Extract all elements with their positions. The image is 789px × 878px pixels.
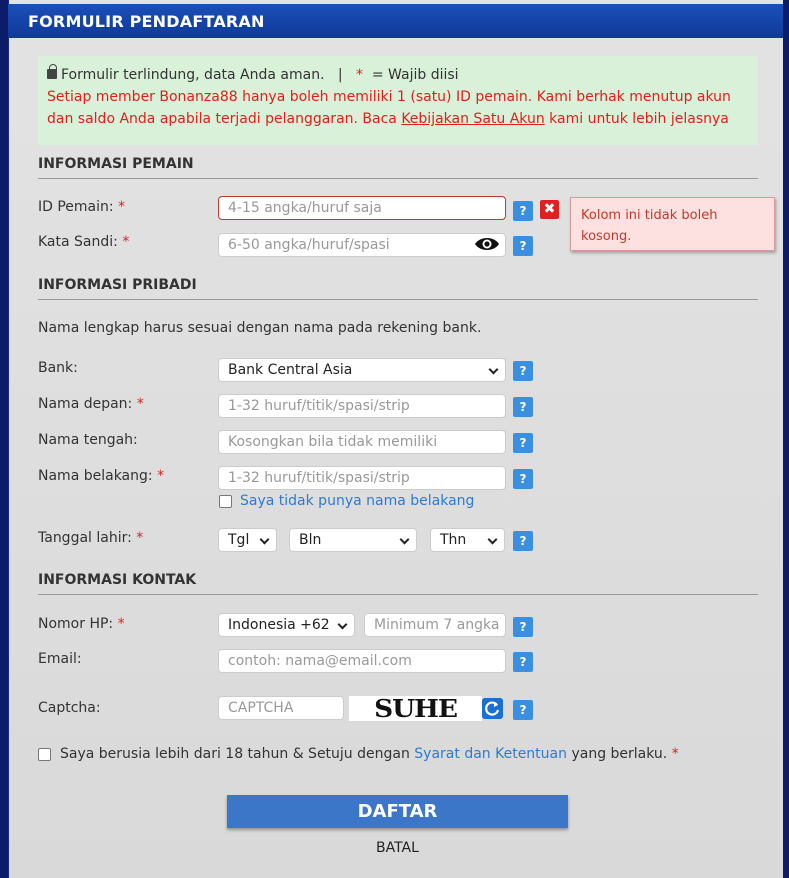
captcha-refresh-icon[interactable] bbox=[482, 698, 503, 719]
form-header: FORMULIR PENDAFTARAN bbox=[8, 4, 783, 38]
birth-year-select[interactable]: Thn bbox=[430, 528, 505, 552]
lock-icon bbox=[47, 64, 57, 79]
required-star: * bbox=[671, 746, 679, 762]
error-tooltip: Kolom ini tidak boleh kosong. bbox=[570, 197, 775, 251]
bank-label: Bank: bbox=[38, 360, 78, 376]
one-account-policy-link[interactable]: Kebijakan Satu Akun bbox=[401, 111, 544, 127]
chevron-down-icon bbox=[337, 619, 348, 630]
phone-country-select[interactable]: Indonesia +62 bbox=[218, 613, 355, 637]
phone-help-icon[interactable]: ? bbox=[513, 617, 533, 637]
first-name-help-icon[interactable]: ? bbox=[513, 397, 533, 417]
password-help-icon[interactable]: ? bbox=[513, 236, 533, 256]
birth-day-value: Tgl bbox=[228, 532, 250, 548]
required-star: * bbox=[117, 616, 125, 632]
player-id-label-text: ID Pemain: bbox=[38, 199, 114, 215]
cancel-button[interactable]: BATAL bbox=[376, 840, 419, 856]
register-button[interactable]: DAFTAR bbox=[227, 795, 568, 828]
last-name-label: Nama belakang: * bbox=[38, 468, 164, 484]
terms-link[interactable]: Syarat dan Ketentuan bbox=[414, 746, 567, 762]
email-help-icon[interactable]: ? bbox=[513, 652, 533, 672]
form-title: FORMULIR PENDAFTARAN bbox=[28, 12, 265, 31]
agree-text-end: yang berlaku. bbox=[567, 746, 668, 762]
captcha-input[interactable]: CAPTCHA bbox=[218, 696, 344, 720]
required-star: * bbox=[355, 67, 363, 83]
secure-text: Formulir terlindung, data Anda aman. bbox=[61, 67, 325, 83]
birth-month-value: Bln bbox=[299, 532, 322, 548]
chevron-down-icon bbox=[487, 534, 498, 545]
bank-select-value: Bank Central Asia bbox=[228, 362, 353, 378]
middle-name-label: Nama tengah: bbox=[38, 432, 138, 448]
required-star: * bbox=[122, 234, 130, 250]
agree-terms-checkbox[interactable] bbox=[38, 748, 51, 761]
captcha-image: SUHE bbox=[348, 696, 483, 721]
agree-text: Saya berusia lebih dari 18 tahun & Setuj… bbox=[60, 746, 415, 762]
birth-month-select[interactable]: Bln bbox=[289, 528, 417, 552]
no-last-name-checkbox[interactable] bbox=[219, 495, 232, 508]
first-name-label: Nama depan: * bbox=[38, 396, 144, 412]
first-name-input[interactable]: 1-32 huruf/titik/spasi/strip bbox=[218, 394, 506, 418]
player-id-label: ID Pemain: * bbox=[38, 199, 125, 215]
bank-help-icon[interactable]: ? bbox=[513, 361, 533, 381]
phone-label-text: Nomor HP: bbox=[38, 616, 114, 632]
middle-name-input[interactable]: Kosongkan bila tidak memiliki bbox=[218, 430, 506, 454]
last-name-label-text: Nama belakang: bbox=[38, 468, 153, 484]
warning-text-end: kami untuk lebih jelasnya bbox=[544, 111, 729, 127]
chevron-down-icon bbox=[399, 534, 410, 545]
error-close-icon[interactable]: ✖ bbox=[540, 200, 559, 219]
bank-select[interactable]: Bank Central Asia bbox=[218, 358, 506, 382]
captcha-label: Captcha: bbox=[38, 700, 101, 716]
agree-terms-text: Saya berusia lebih dari 18 tahun & Setuj… bbox=[60, 746, 679, 762]
middle-name-help-icon[interactable]: ? bbox=[513, 433, 533, 453]
required-note: = Wajib diisi bbox=[371, 67, 459, 83]
birth-day-select[interactable]: Tgl bbox=[218, 528, 277, 552]
last-name-help-icon[interactable]: ? bbox=[513, 469, 533, 489]
phone-label: Nomor HP: * bbox=[38, 616, 125, 632]
player-id-help-icon[interactable]: ? bbox=[513, 201, 533, 221]
required-star: * bbox=[157, 468, 165, 484]
chevron-down-icon bbox=[259, 534, 270, 545]
show-password-eye-icon[interactable] bbox=[474, 236, 500, 252]
email-input[interactable]: contoh: nama@email.com bbox=[218, 649, 506, 673]
required-star: * bbox=[118, 199, 126, 215]
password-input[interactable]: 6-50 angka/huruf/spasi bbox=[218, 233, 506, 257]
no-last-name-label[interactable]: Saya tidak punya nama belakang bbox=[240, 493, 474, 509]
birthdate-label-text: Tanggal lahir: bbox=[38, 530, 132, 546]
required-star: * bbox=[136, 530, 144, 546]
section-personal-info: INFORMASI PRIBADI bbox=[38, 277, 758, 300]
email-label: Email: bbox=[38, 651, 82, 667]
birthdate-help-icon[interactable]: ? bbox=[513, 531, 533, 551]
notice-row: Formulir terlindung, data Anda aman. | *… bbox=[47, 64, 749, 86]
password-label-text: Kata Sandi: bbox=[38, 234, 118, 250]
section-contact-info: INFORMASI KONTAK bbox=[38, 572, 758, 595]
security-notice: Formulir terlindung, data Anda aman. | *… bbox=[38, 56, 758, 145]
one-account-warning: Setiap member Bonanza88 hanya boleh memi… bbox=[47, 86, 749, 130]
birth-year-value: Thn bbox=[440, 532, 467, 548]
first-name-label-text: Nama depan: bbox=[38, 396, 133, 412]
required-star: * bbox=[136, 396, 144, 412]
section-player-info: INFORMASI PEMAIN bbox=[38, 156, 758, 179]
chevron-down-icon bbox=[488, 364, 499, 375]
separator: | bbox=[337, 67, 343, 83]
last-name-input[interactable]: 1-32 huruf/titik/spasi/strip bbox=[218, 466, 506, 490]
personal-note: Nama lengkap harus sesuai dengan nama pa… bbox=[38, 320, 482, 336]
phone-input[interactable]: Minimum 7 angka bbox=[364, 613, 506, 637]
birthdate-label: Tanggal lahir: * bbox=[38, 530, 143, 546]
captcha-help-icon[interactable]: ? bbox=[513, 700, 533, 720]
player-id-input[interactable]: 4-15 angka/huruf saja bbox=[218, 196, 506, 220]
password-label: Kata Sandi: * bbox=[38, 234, 129, 250]
phone-country-value: Indonesia +62 bbox=[228, 617, 330, 633]
